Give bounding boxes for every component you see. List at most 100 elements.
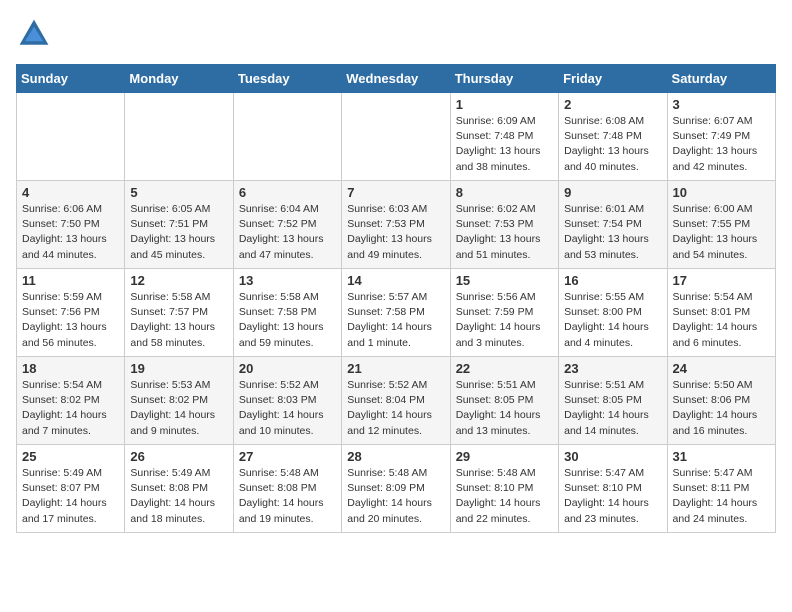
calendar-cell: 27 Sunrise: 5:48 AM Sunset: 8:08 PM Dayli…	[233, 445, 341, 533]
day-info: Sunrise: 5:58 AM Sunset: 7:58 PM Dayligh…	[239, 290, 336, 351]
day-info: Sunrise: 5:47 AM Sunset: 8:10 PM Dayligh…	[564, 466, 661, 527]
weekday-header-tuesday: Tuesday	[233, 65, 341, 93]
calendar-cell: 26 Sunrise: 5:49 AM Sunset: 8:08 PM Dayli…	[125, 445, 233, 533]
day-info: Sunrise: 6:04 AM Sunset: 7:52 PM Dayligh…	[239, 202, 336, 263]
calendar-cell: 22 Sunrise: 5:51 AM Sunset: 8:05 PM Dayli…	[450, 357, 558, 445]
day-info: Sunrise: 6:00 AM Sunset: 7:55 PM Dayligh…	[673, 202, 770, 263]
day-info: Sunrise: 5:49 AM Sunset: 8:07 PM Dayligh…	[22, 466, 119, 527]
day-number: 22	[456, 361, 553, 376]
day-info: Sunrise: 5:51 AM Sunset: 8:05 PM Dayligh…	[456, 378, 553, 439]
week-row-4: 18Sunrise: 5:54 AM Sunset: 8:02 PM Dayli…	[17, 357, 776, 445]
day-info: Sunrise: 5:49 AM Sunset: 8:08 PM Dayligh…	[130, 466, 227, 527]
week-row-2: 4Sunrise: 6:06 AM Sunset: 7:50 PM Daylig…	[17, 181, 776, 269]
weekday-header-sunday: Sunday	[17, 65, 125, 93]
logo	[16, 16, 58, 52]
day-info: Sunrise: 5:57 AM Sunset: 7:58 PM Dayligh…	[347, 290, 444, 351]
weekday-header-row: SundayMondayTuesdayWednesdayThursdayFrid…	[17, 65, 776, 93]
day-number: 20	[239, 361, 336, 376]
day-number: 28	[347, 449, 444, 464]
day-info: Sunrise: 5:48 AM Sunset: 8:09 PM Dayligh…	[347, 466, 444, 527]
day-number: 15	[456, 273, 553, 288]
calendar-cell: 16 Sunrise: 5:55 AM Sunset: 8:00 PM Dayli…	[559, 269, 667, 357]
calendar-cell: 29 Sunrise: 5:48 AM Sunset: 8:10 PM Dayli…	[450, 445, 558, 533]
calendar-cell: 23 Sunrise: 5:51 AM Sunset: 8:05 PM Dayli…	[559, 357, 667, 445]
day-info: Sunrise: 5:50 AM Sunset: 8:06 PM Dayligh…	[673, 378, 770, 439]
calendar-cell: 3Sunrise: 6:07 AM Sunset: 7:49 PM Daylig…	[667, 93, 775, 181]
calendar-cell: 31 Sunrise: 5:47 AM Sunset: 8:11 PM Dayli…	[667, 445, 775, 533]
day-number: 3	[673, 97, 770, 112]
weekday-header-thursday: Thursday	[450, 65, 558, 93]
day-number: 6	[239, 185, 336, 200]
calendar-cell: 1 Sunrise: 6:09 AM Sunset: 7:48 PM Daylig…	[450, 93, 558, 181]
day-number: 21	[347, 361, 444, 376]
day-number: 31	[673, 449, 770, 464]
day-info: Sunrise: 5:52 AM Sunset: 8:03 PM Dayligh…	[239, 378, 336, 439]
day-info: Sunrise: 6:09 AM Sunset: 7:48 PM Dayligh…	[456, 114, 553, 175]
calendar-cell: 18Sunrise: 5:54 AM Sunset: 8:02 PM Dayli…	[17, 357, 125, 445]
calendar-cell: 9 Sunrise: 6:01 AM Sunset: 7:54 PM Daylig…	[559, 181, 667, 269]
calendar-cell: 8Sunrise: 6:02 AM Sunset: 7:53 PM Daylig…	[450, 181, 558, 269]
calendar-cell: 15 Sunrise: 5:56 AM Sunset: 7:59 PM Dayli…	[450, 269, 558, 357]
day-number: 26	[130, 449, 227, 464]
day-number: 25	[22, 449, 119, 464]
day-number: 14	[347, 273, 444, 288]
day-number: 13	[239, 273, 336, 288]
day-number: 1	[456, 97, 553, 112]
day-info: Sunrise: 5:54 AM Sunset: 8:02 PM Dayligh…	[22, 378, 119, 439]
day-info: Sunrise: 5:55 AM Sunset: 8:00 PM Dayligh…	[564, 290, 661, 351]
day-info: Sunrise: 5:59 AM Sunset: 7:56 PM Dayligh…	[22, 290, 119, 351]
day-number: 29	[456, 449, 553, 464]
day-info: Sunrise: 5:47 AM Sunset: 8:11 PM Dayligh…	[673, 466, 770, 527]
day-info: Sunrise: 5:48 AM Sunset: 8:10 PM Dayligh…	[456, 466, 553, 527]
day-number: 30	[564, 449, 661, 464]
calendar-cell	[233, 93, 341, 181]
day-info: Sunrise: 5:56 AM Sunset: 7:59 PM Dayligh…	[456, 290, 553, 351]
day-info: Sunrise: 6:06 AM Sunset: 7:50 PM Dayligh…	[22, 202, 119, 263]
calendar-cell: 21 Sunrise: 5:52 AM Sunset: 8:04 PM Dayli…	[342, 357, 450, 445]
day-info: Sunrise: 6:03 AM Sunset: 7:53 PM Dayligh…	[347, 202, 444, 263]
day-info: Sunrise: 5:53 AM Sunset: 8:02 PM Dayligh…	[130, 378, 227, 439]
day-info: Sunrise: 5:51 AM Sunset: 8:05 PM Dayligh…	[564, 378, 661, 439]
day-info: Sunrise: 5:48 AM Sunset: 8:08 PM Dayligh…	[239, 466, 336, 527]
calendar-cell: 11Sunrise: 5:59 AM Sunset: 7:56 PM Dayli…	[17, 269, 125, 357]
day-info: Sunrise: 6:01 AM Sunset: 7:54 PM Dayligh…	[564, 202, 661, 263]
day-number: 24	[673, 361, 770, 376]
day-number: 27	[239, 449, 336, 464]
calendar-cell: 14 Sunrise: 5:57 AM Sunset: 7:58 PM Dayli…	[342, 269, 450, 357]
calendar-cell: 12 Sunrise: 5:58 AM Sunset: 7:57 PM Dayli…	[125, 269, 233, 357]
calendar-cell: 30 Sunrise: 5:47 AM Sunset: 8:10 PM Dayli…	[559, 445, 667, 533]
calendar-cell: 10Sunrise: 6:00 AM Sunset: 7:55 PM Dayli…	[667, 181, 775, 269]
calendar-cell: 5 Sunrise: 6:05 AM Sunset: 7:51 PM Daylig…	[125, 181, 233, 269]
day-number: 16	[564, 273, 661, 288]
calendar-cell: 24 Sunrise: 5:50 AM Sunset: 8:06 PM Dayli…	[667, 357, 775, 445]
logo-icon	[16, 16, 52, 52]
day-number: 9	[564, 185, 661, 200]
calendar-table: SundayMondayTuesdayWednesdayThursdayFrid…	[16, 64, 776, 533]
calendar-cell: 4Sunrise: 6:06 AM Sunset: 7:50 PM Daylig…	[17, 181, 125, 269]
day-number: 5	[130, 185, 227, 200]
day-info: Sunrise: 6:05 AM Sunset: 7:51 PM Dayligh…	[130, 202, 227, 263]
day-number: 19	[130, 361, 227, 376]
calendar-cell: 7 Sunrise: 6:03 AM Sunset: 7:53 PM Daylig…	[342, 181, 450, 269]
day-number: 12	[130, 273, 227, 288]
calendar-cell: 6 Sunrise: 6:04 AM Sunset: 7:52 PM Daylig…	[233, 181, 341, 269]
calendar-cell	[125, 93, 233, 181]
day-number: 2	[564, 97, 661, 112]
day-number: 17	[673, 273, 770, 288]
day-info: Sunrise: 5:58 AM Sunset: 7:57 PM Dayligh…	[130, 290, 227, 351]
calendar-cell: 28 Sunrise: 5:48 AM Sunset: 8:09 PM Dayli…	[342, 445, 450, 533]
day-info: Sunrise: 5:52 AM Sunset: 8:04 PM Dayligh…	[347, 378, 444, 439]
weekday-header-monday: Monday	[125, 65, 233, 93]
calendar-cell: 20 Sunrise: 5:52 AM Sunset: 8:03 PM Dayli…	[233, 357, 341, 445]
week-row-5: 25 Sunrise: 5:49 AM Sunset: 8:07 PM Dayli…	[17, 445, 776, 533]
day-number: 7	[347, 185, 444, 200]
weekday-header-saturday: Saturday	[667, 65, 775, 93]
day-number: 23	[564, 361, 661, 376]
week-row-3: 11Sunrise: 5:59 AM Sunset: 7:56 PM Dayli…	[17, 269, 776, 357]
weekday-header-friday: Friday	[559, 65, 667, 93]
calendar-cell	[17, 93, 125, 181]
day-number: 8	[456, 185, 553, 200]
calendar-cell: 2Sunrise: 6:08 AM Sunset: 7:48 PM Daylig…	[559, 93, 667, 181]
calendar-cell: 17Sunrise: 5:54 AM Sunset: 8:01 PM Dayli…	[667, 269, 775, 357]
calendar-cell: 19 Sunrise: 5:53 AM Sunset: 8:02 PM Dayli…	[125, 357, 233, 445]
